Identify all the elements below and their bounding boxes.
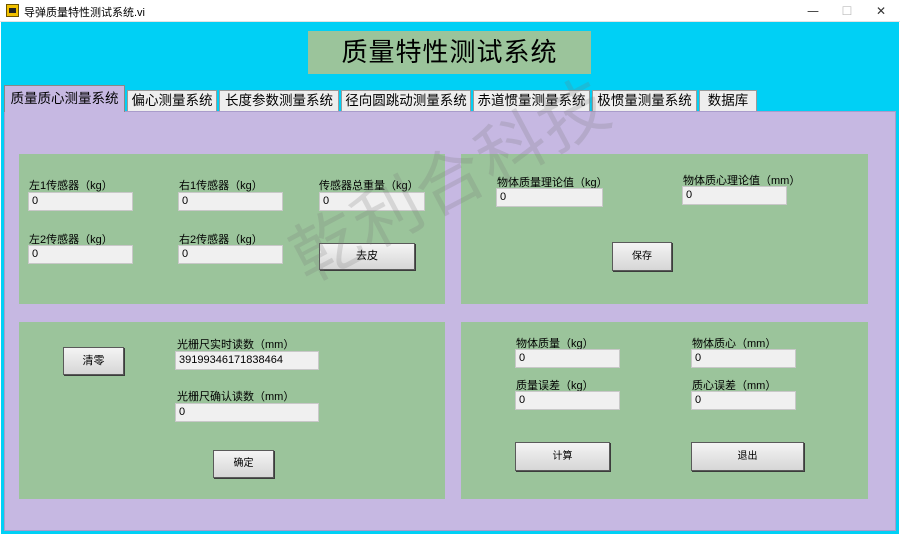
theory-mass-field[interactable]: 0 [496, 188, 603, 207]
labview-app-icon [6, 4, 19, 17]
result-centroid-field[interactable]: 0 [691, 349, 796, 368]
save-button[interactable]: 保存 [612, 242, 672, 271]
sensor-panel: 左1传感器（kg） 0 右1传感器（kg） 0 传感器总重量（kg） 0 左2传… [19, 154, 445, 304]
sensor-total-field[interactable]: 0 [319, 192, 425, 211]
left1-sensor-field[interactable]: 0 [28, 192, 133, 211]
tab-length[interactable]: 长度参数测量系统 [219, 90, 339, 111]
tab-equatorial-inertia[interactable]: 赤道惯量测量系统 [473, 90, 590, 111]
right1-sensor-field[interactable]: 0 [178, 192, 283, 211]
client-area: 质量特性测试系统 质量质心测量系统 偏心测量系统 长度参数测量系统 径向圆跳动测… [1, 22, 899, 534]
grating-panel: 清零 光栅尺实时读数（mm） 39199346171838464 光栅尺确认读数… [19, 322, 445, 499]
close-button[interactable]: ✕ [864, 0, 898, 22]
zero-button[interactable]: 清零 [63, 347, 124, 375]
minimize-button[interactable]: — [796, 0, 830, 22]
tab-polar-inertia[interactable]: 极惯量测量系统 [592, 90, 697, 111]
window-title: 导弹质量特性测试系统.vi [24, 7, 145, 19]
tab-mass-centroid[interactable]: 质量质心测量系统 [4, 85, 125, 112]
left1-sensor-label: 左1传感器（kg） [29, 180, 113, 192]
centroid-error-field[interactable]: 0 [691, 391, 796, 410]
theory-panel: 物体质量理论值（kg） 0 物体质心理论值（mm） 0 保存 [461, 154, 868, 304]
right2-sensor-field[interactable]: 0 [178, 245, 283, 264]
tab-eccentricity[interactable]: 偏心测量系统 [127, 90, 217, 111]
grating-realtime-field[interactable]: 39199346171838464 [175, 351, 319, 370]
confirm-button[interactable]: 确定 [213, 450, 274, 478]
compute-button[interactable]: 计算 [515, 442, 610, 471]
results-panel: 物体质量（kg） 0 物体质心（mm） 0 质量误差（kg） 0 质心误差（mm… [461, 322, 868, 499]
window-titlebar: 导弹质量特性测试系统.vi — ☐ ✕ [0, 0, 900, 22]
grating-realtime-label: 光栅尺实时读数（mm） [177, 339, 295, 351]
grating-confirm-field[interactable]: 0 [175, 403, 319, 422]
left2-sensor-field[interactable]: 0 [28, 245, 133, 264]
theory-centroid-field[interactable]: 0 [682, 186, 787, 205]
right1-sensor-label: 右1传感器（kg） [179, 180, 263, 192]
grating-confirm-label: 光栅尺确认读数（mm） [177, 391, 295, 403]
tab-panel: 左1传感器（kg） 0 右1传感器（kg） 0 传感器总重量（kg） 0 左2传… [4, 111, 896, 531]
result-mass-field[interactable]: 0 [515, 349, 620, 368]
maximize-button[interactable]: ☐ [830, 0, 864, 22]
page-title: 质量特性测试系统 [341, 37, 558, 67]
header-banner: 质量特性测试系统 [308, 31, 591, 74]
sensor-total-label: 传感器总重量（kg） [319, 180, 419, 192]
mass-error-field[interactable]: 0 [515, 391, 620, 410]
exit-button[interactable]: 退出 [691, 442, 804, 471]
tare-button[interactable]: 去皮 [319, 243, 415, 270]
tab-radial-runout[interactable]: 径向圆跳动测量系统 [341, 90, 471, 111]
tab-database[interactable]: 数据库 [699, 90, 757, 111]
